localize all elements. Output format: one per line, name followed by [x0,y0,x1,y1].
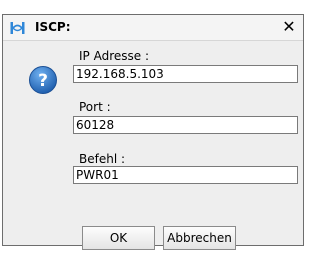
ip-address-input[interactable] [73,65,298,83]
svg-text:?: ? [38,71,48,91]
close-glyph: ✕ [282,17,296,36]
close-icon[interactable]: ✕ [281,18,297,36]
ip-label: IP Adresse : [79,49,150,63]
app-icon [10,22,25,34]
port-input[interactable] [73,116,298,134]
cancel-button[interactable]: Abbrechen [163,226,236,250]
iscp-dialog: ISCP: ✕ ? IP Adresse : Port : Befehl : O… [2,14,304,250]
command-input[interactable] [73,166,298,184]
question-icon: ? [29,66,57,94]
port-label: Port : [79,100,111,114]
title-bar[interactable]: ISCP: ✕ [3,15,303,41]
command-label: Befehl : [79,152,126,166]
ok-button[interactable]: OK [82,226,155,250]
dialog-title: ISCP: [35,20,71,34]
